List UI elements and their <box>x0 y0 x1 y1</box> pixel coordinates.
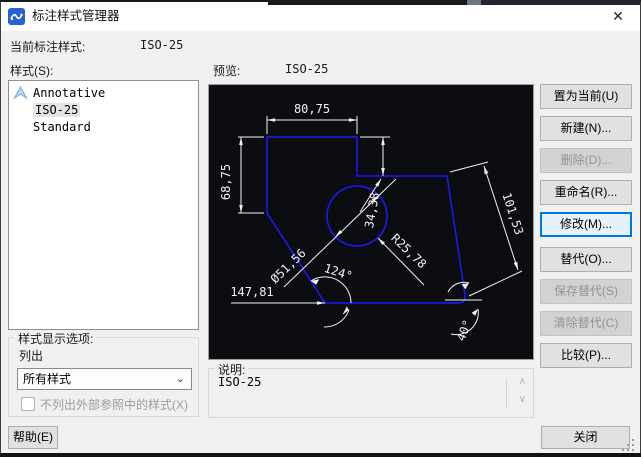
dim-left-height: 68,75 <box>219 164 233 200</box>
current-style-label: 当前标注样式: <box>10 38 85 55</box>
delete-button: 删除(D)... <box>540 148 632 173</box>
app-background-edge-top-right <box>268 0 640 5</box>
dimension-style-manager-dialog: 标注样式管理器 ✕ 当前标注样式: ISO-25 样式(S): Annotati… <box>0 0 641 457</box>
dimension-texts: 80,75 68,75 34,38 101,53 Ø51,56 R25,78 1… <box>219 102 526 343</box>
dimension-style-manager-icon <box>8 8 25 25</box>
help-button[interactable]: 帮助(E) <box>8 426 58 449</box>
dim-right-length: 101,53 <box>499 191 526 237</box>
close-dialog-button[interactable]: 关闭 <box>541 426 630 449</box>
compare-button[interactable]: 比较(P)... <box>540 343 632 368</box>
dimension-arrows <box>239 118 518 316</box>
clear-override-button: 清除替代(C) <box>540 311 632 336</box>
styles-listbox[interactable]: Annotative ISO-25 Standard <box>8 80 199 330</box>
scroll-up-icon[interactable]: ∧ <box>519 377 526 387</box>
app-background-edge-bottom <box>0 453 641 457</box>
style-item-standard[interactable]: Standard <box>9 119 198 136</box>
dim-step-height: 34,38 <box>362 191 382 229</box>
set-current-button[interactable]: 置为当前(U) <box>540 84 632 109</box>
styles-list-label: 样式(S): <box>10 62 53 79</box>
dim-angle-right: 40° <box>454 318 475 343</box>
new-button[interactable]: 新建(N)... <box>540 116 632 141</box>
style-display-options-label: 样式显示选项: <box>15 330 96 347</box>
style-item-iso25-selected[interactable]: ISO-25 <box>9 102 198 119</box>
preview-label: 预览: <box>213 62 240 79</box>
dim-bottom-width: 147,81 <box>230 285 273 299</box>
style-item-label: Annotative <box>33 86 105 100</box>
hide-xref-checkbox[interactable] <box>21 397 35 411</box>
description-group: 说明: ISO-25 ∧ ∨ <box>208 368 534 418</box>
annotative-icon <box>13 86 28 101</box>
style-item-label: Standard <box>33 120 91 134</box>
chevron-down-icon: ⌄ <box>176 369 185 389</box>
description-scroll-divider <box>506 379 507 409</box>
save-override-button: 保存替代(S) <box>540 279 632 304</box>
preview-drawing: 80,75 68,75 34,38 101,53 Ø51,56 R25,78 1… <box>209 85 533 359</box>
window-title: 标注样式管理器 <box>32 2 120 31</box>
dim-diameter: Ø51,56 <box>268 246 309 286</box>
dim-radius: R25,78 <box>388 231 429 271</box>
hide-xref-checkbox-label: 不列出外部参照中的样式(X) <box>40 398 188 412</box>
style-filter-value: 所有样式 <box>23 372 71 386</box>
list-label: 列出 <box>19 347 43 364</box>
style-display-options-group: 样式显示选项: 列出 所有样式 ⌄ 不列出外部参照中的样式(X) <box>8 337 199 417</box>
scroll-down-icon[interactable]: ∨ <box>519 395 526 405</box>
description-text: ISO-25 <box>218 375 261 389</box>
resize-grip[interactable] <box>621 439 635 451</box>
dim-top-width: 80,75 <box>294 102 330 116</box>
titlebar: 标注样式管理器 ✕ <box>1 2 640 31</box>
override-button[interactable]: 替代(O)... <box>540 247 632 272</box>
preview-style-name: ISO-25 <box>285 62 328 76</box>
current-style-value: ISO-25 <box>140 38 183 52</box>
style-item-annotative[interactable]: Annotative <box>9 85 198 102</box>
rename-button[interactable]: 重命名(R)... <box>540 180 632 205</box>
hide-xref-checkbox-row: 不列出外部参照中的样式(X) <box>21 397 188 411</box>
style-item-label: ISO-25 <box>33 103 80 117</box>
style-filter-dropdown[interactable]: 所有样式 ⌄ <box>17 368 192 390</box>
modify-button[interactable]: 修改(M)... <box>540 212 632 237</box>
dimension-preview-canvas: 80,75 68,75 34,38 101,53 Ø51,56 R25,78 1… <box>208 84 534 360</box>
close-icon[interactable]: ✕ <box>602 5 634 28</box>
